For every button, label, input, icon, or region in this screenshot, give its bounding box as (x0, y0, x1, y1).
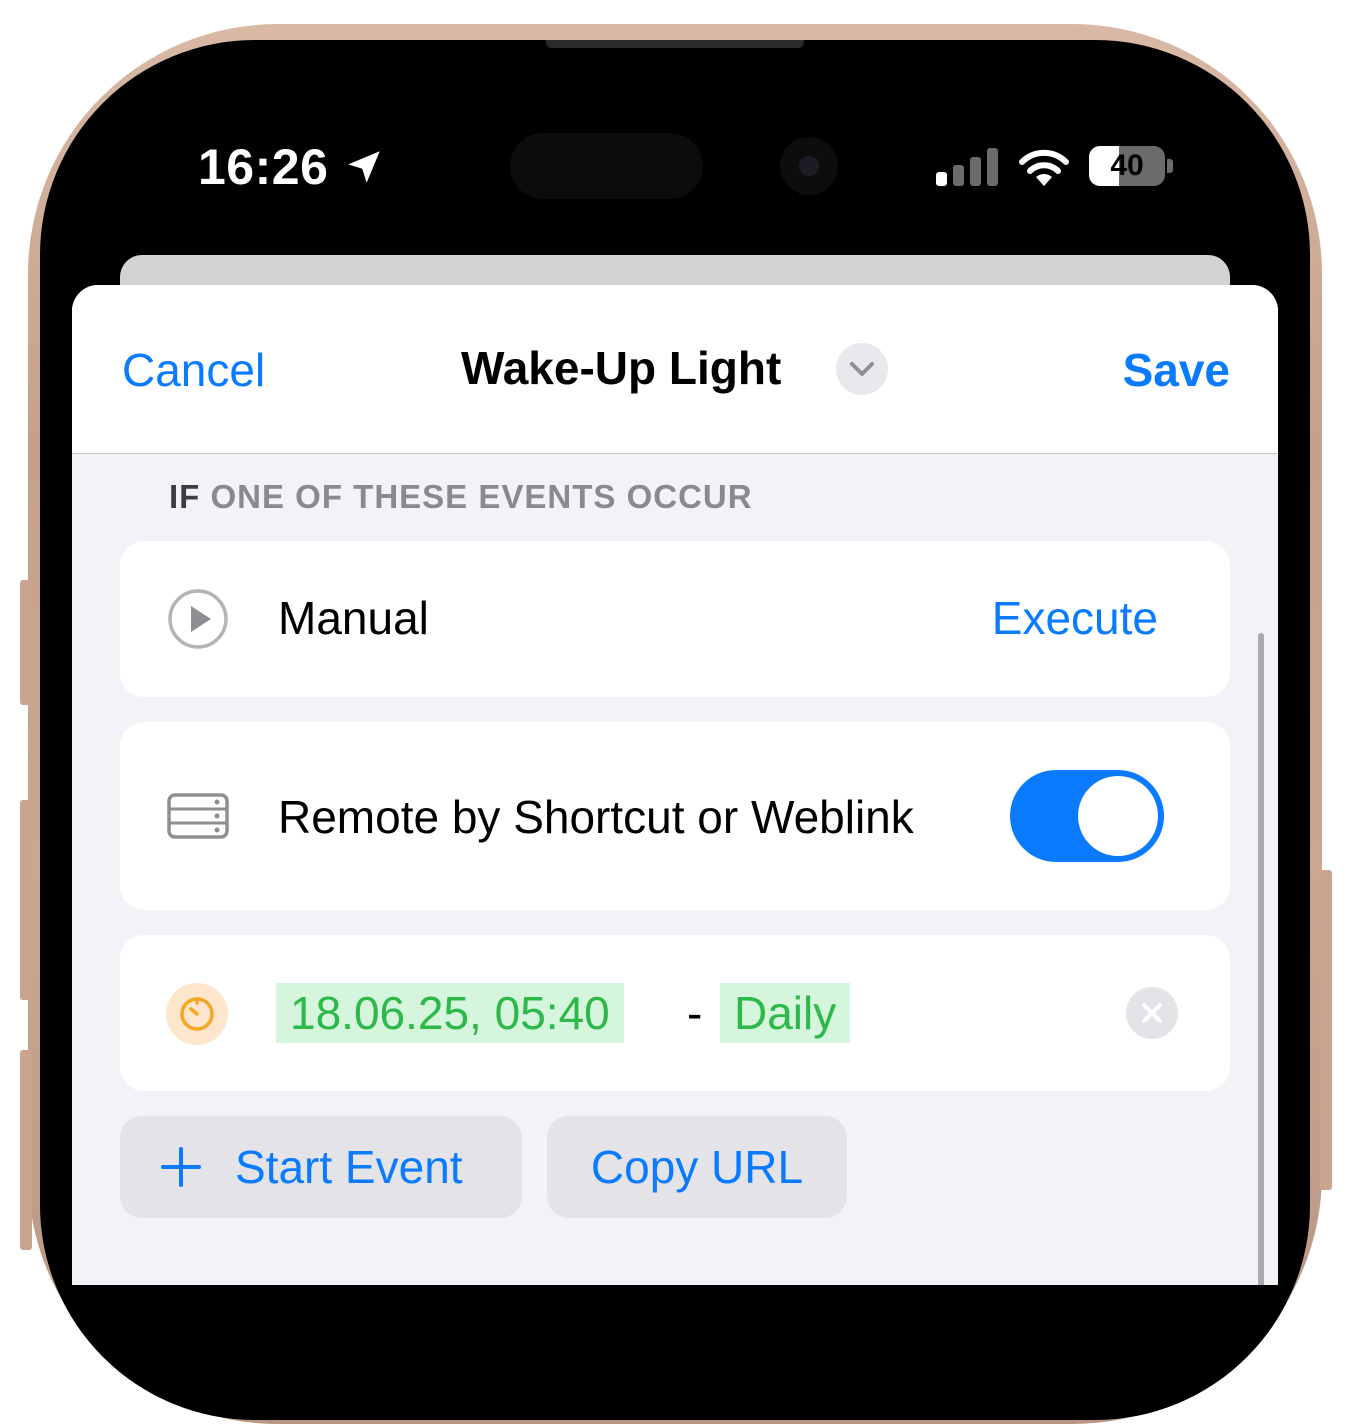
copy-url-button[interactable]: Copy URL (547, 1116, 847, 1218)
timer-separator: - (687, 987, 703, 1039)
scrollbar[interactable] (1258, 633, 1264, 1285)
timer-repeat[interactable]: Daily (720, 983, 851, 1043)
chevron-down-icon (850, 362, 874, 376)
wifi-icon (1019, 149, 1069, 186)
battery-percent: 40 (1110, 149, 1144, 182)
earpiece (546, 40, 804, 48)
start-event-label: Start Event (235, 1141, 463, 1193)
volume-down-button (20, 1050, 32, 1250)
cancel-button[interactable]: Cancel (122, 343, 265, 397)
action-button (20, 580, 32, 705)
timer-event-row[interactable]: 18.06.25, 05:40 - Daily (120, 935, 1230, 1091)
edit-scene-modal: Cancel Wake-Up Light Save IF ONE OF THES… (72, 285, 1278, 1285)
timer-datetime[interactable]: 18.06.25, 05:40 (276, 983, 624, 1043)
execute-button[interactable]: Execute (992, 591, 1158, 645)
title-menu-button[interactable] (836, 343, 888, 395)
manual-event-row[interactable]: Manual Execute (120, 541, 1230, 697)
save-button[interactable]: Save (1123, 343, 1230, 397)
power-button (1320, 870, 1332, 1190)
battery-icon: 40 (1089, 146, 1165, 186)
plus-icon (161, 1147, 201, 1187)
manual-label: Manual (278, 592, 429, 644)
timer-icon (166, 983, 228, 1045)
page-title: Wake-Up Light (461, 342, 782, 394)
remove-timer-button[interactable] (1126, 987, 1178, 1039)
section-header-text: ONE OF THESE EVENTS OCCUR (210, 478, 753, 515)
camera-icon (780, 137, 838, 195)
server-icon (167, 793, 229, 839)
navigation-bar: Cancel Wake-Up Light Save (72, 285, 1278, 454)
status-time: 16:26 (198, 138, 385, 196)
remote-toggle[interactable] (1010, 770, 1164, 862)
time-text: 16:26 (198, 139, 329, 195)
remote-label: Remote by Shortcut or Weblink (278, 791, 914, 843)
start-event-button[interactable]: Start Event (120, 1116, 522, 1218)
remote-event-row: Remote by Shortcut or Weblink (120, 722, 1230, 910)
cellular-signal-icon (936, 148, 998, 186)
location-arrow-icon (348, 151, 380, 183)
dynamic-island (510, 133, 703, 199)
section-keyword: IF (169, 478, 201, 515)
close-icon (1142, 1003, 1162, 1023)
section-header: IF ONE OF THESE EVENTS OCCUR (169, 478, 753, 516)
volume-up-button (20, 800, 32, 1000)
play-circle-icon (168, 589, 228, 649)
toggle-knob (1078, 776, 1158, 856)
battery-tip (1167, 159, 1173, 173)
